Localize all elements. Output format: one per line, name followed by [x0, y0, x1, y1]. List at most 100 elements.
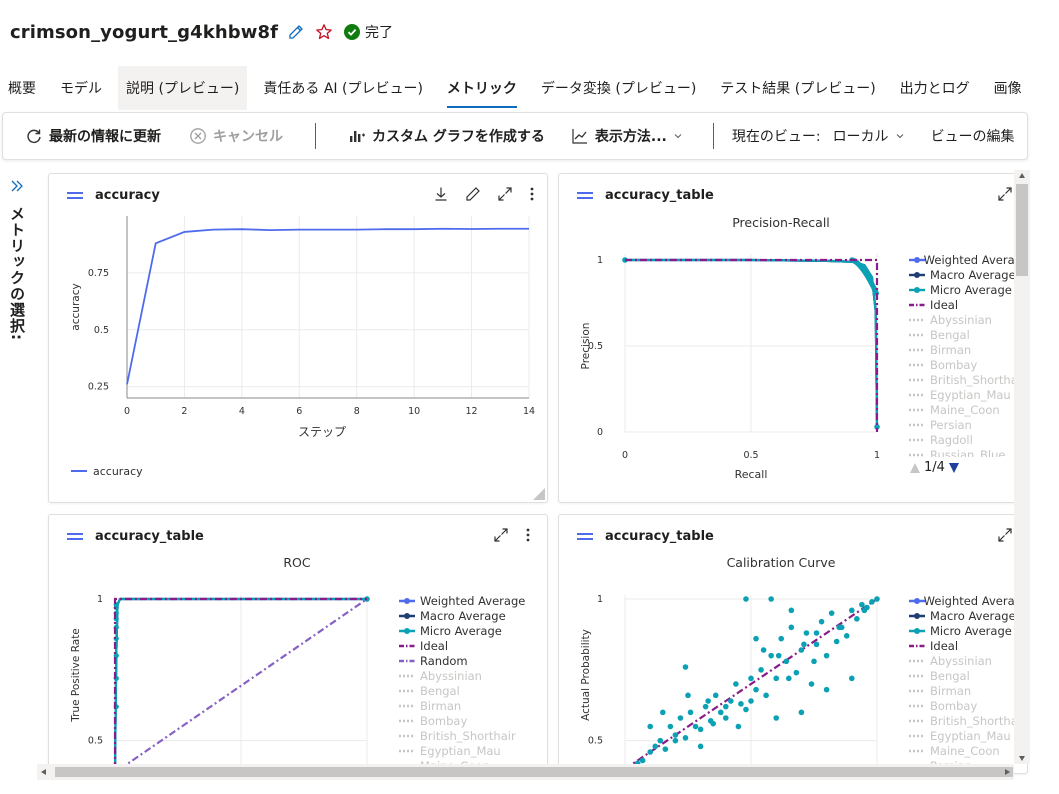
scroll-down-arrow-icon[interactable] — [1018, 754, 1026, 762]
drag-handle-icon[interactable] — [577, 192, 593, 200]
precision-recall-chart[interactable]: 0 0.5 100.51RecallPrecision — [559, 232, 899, 502]
legend-item[interactable]: Ideal — [399, 638, 539, 653]
series-point — [682, 664, 689, 670]
legend-item[interactable]: Egyptian_Mau — [399, 743, 539, 758]
star-icon[interactable] — [314, 22, 334, 42]
download-icon[interactable] — [433, 186, 449, 202]
legend-item[interactable]: Bombay — [399, 713, 539, 728]
legend-item[interactable]: Macro Average — [399, 608, 539, 623]
expand-chevrons-icon[interactable] — [9, 178, 25, 194]
legend-item[interactable]: Abyssinian — [909, 653, 1027, 668]
drag-handle-icon[interactable] — [67, 192, 83, 200]
legend-item[interactable]: Micro Average — [909, 623, 1027, 638]
y-tick-label: 1 — [597, 594, 603, 605]
legend-item[interactable]: British_Shorthair — [909, 372, 1027, 387]
legend-item[interactable]: Macro Average — [909, 267, 1027, 282]
view-as-dropdown[interactable]: 表示方法... — [571, 126, 683, 146]
drag-handle-icon[interactable] — [67, 533, 83, 541]
triangle-up-icon[interactable] — [909, 462, 921, 474]
legend-item[interactable]: Russian_Blue — [909, 447, 1027, 457]
legend-item[interactable]: Bengal — [399, 683, 539, 698]
legend-item[interactable]: Micro Average — [909, 282, 1027, 297]
series-point — [808, 681, 815, 687]
legend-item[interactable]: British_Shorthair — [399, 728, 539, 743]
legend-item[interactable]: Birman — [909, 683, 1027, 698]
expand-icon[interactable] — [493, 527, 509, 543]
legend-item[interactable]: Bengal — [909, 327, 1027, 342]
legend-item[interactable]: Ragdoll — [909, 432, 1027, 447]
series-point — [854, 616, 860, 622]
tab-test-results[interactable]: テスト結果 (プレビュー) — [712, 66, 883, 110]
legend-item[interactable]: Abyssinian — [399, 668, 539, 683]
legend-item[interactable]: Weighted Average — [399, 593, 539, 608]
scroll-thumb[interactable] — [1016, 184, 1028, 276]
legend-label: Maine_Coon — [930, 743, 1000, 758]
create-custom-chart-button[interactable]: カスタム グラフを作成する — [348, 126, 545, 146]
legend-item[interactable]: Birman — [909, 342, 1027, 357]
legend-item[interactable]: Bombay — [909, 698, 1027, 713]
horizontal-scrollbar[interactable] — [37, 764, 1014, 780]
current-view-dropdown[interactable]: ローカル — [833, 126, 905, 146]
legend-item[interactable]: Ideal — [909, 638, 1027, 653]
roc-chart[interactable]: 0.5 1 True Positive Rate — [49, 573, 389, 774]
tab-outputs-logs[interactable]: 出力とログ — [892, 66, 978, 110]
scroll-left-arrow-icon[interactable] — [40, 768, 48, 776]
resize-handle-icon[interactable] — [533, 488, 545, 500]
legend-label: Macro Average — [930, 608, 1016, 623]
more-options-icon[interactable] — [525, 527, 531, 543]
legend-item[interactable]: Micro Average — [399, 623, 539, 638]
tab-images[interactable]: 画像 — [986, 66, 1030, 110]
scroll-right-arrow-icon[interactable] — [1003, 768, 1011, 776]
tab-responsible-ai[interactable]: 責任ある AI (プレビュー) — [255, 66, 431, 110]
tab-models[interactable]: モデル — [52, 66, 110, 110]
drag-handle-icon[interactable] — [577, 533, 593, 541]
legend-item[interactable]: Random — [399, 653, 539, 668]
series-point — [682, 735, 689, 741]
metric-selector-label[interactable]: メトリックの選択: — [7, 206, 28, 341]
legend-item[interactable]: Egyptian_Mau — [909, 387, 1027, 402]
legend-item[interactable]: Abyssinian — [909, 312, 1027, 327]
vertical-scrollbar[interactable] — [1014, 170, 1030, 764]
cancel-button[interactable]: キャンセル — [189, 126, 283, 146]
legend-item[interactable]: British_Shorthair — [909, 713, 1027, 728]
triangle-down-icon[interactable] — [948, 462, 960, 474]
x-tick-label: 6 — [296, 406, 302, 417]
y-axis-label: True Positive Rate — [70, 628, 82, 723]
edit-view-button[interactable]: ビューの編集 — [931, 126, 1015, 146]
legend-item[interactable]: Weighted Average — [909, 593, 1027, 608]
legend-item[interactable]: Maine_Coon — [909, 402, 1027, 417]
toolbar-divider — [315, 123, 316, 149]
edit-pencil-icon[interactable] — [465, 186, 481, 202]
accuracy-line-chart[interactable]: 0 2 4 6 8 10 12 14 0.25 0.5 0.75 ステップ accuracy accura… — [49, 204, 548, 503]
expand-icon[interactable] — [997, 527, 1013, 543]
card-title: accuracy_table — [605, 529, 714, 544]
tab-explanations[interactable]: 説明 (プレビュー) — [118, 66, 248, 110]
legend-swatch — [909, 627, 925, 634]
legend-swatch — [399, 703, 415, 709]
legend-label: Ideal — [420, 638, 449, 653]
tab-overview[interactable]: 概要 — [0, 66, 44, 110]
expand-icon[interactable] — [497, 186, 513, 202]
series-point — [768, 596, 774, 602]
more-options-icon[interactable] — [529, 186, 535, 202]
legend-swatch — [399, 718, 415, 724]
tab-data-transformation[interactable]: データ変換 (プレビュー) — [533, 66, 704, 110]
legend-item[interactable]: Macro Average — [909, 608, 1027, 623]
legend-item[interactable]: Persian — [909, 417, 1027, 432]
legend-item[interactable]: Birman — [399, 698, 539, 713]
legend-item[interactable]: Maine_Coon — [909, 743, 1027, 758]
refresh-button[interactable]: 最新の情報に更新 — [25, 126, 161, 146]
tab-metrics[interactable]: メトリック — [439, 66, 525, 110]
legend-item[interactable]: Bengal — [909, 668, 1027, 683]
legend-label: Bengal — [420, 683, 460, 698]
scroll-thumb[interactable] — [55, 767, 1013, 777]
scroll-up-arrow-icon[interactable] — [1018, 172, 1026, 180]
legend-item[interactable]: Bombay — [909, 357, 1027, 372]
legend-item[interactable]: Weighted Average — [909, 252, 1027, 267]
legend-item[interactable]: Ideal — [909, 297, 1027, 312]
expand-icon[interactable] — [997, 186, 1013, 202]
series-point — [793, 669, 800, 676]
legend-item[interactable]: Egyptian_Mau — [909, 728, 1027, 743]
pencil-icon[interactable] — [286, 22, 306, 42]
calibration-chart[interactable]: 0.5 1 Actual Probability — [559, 573, 899, 774]
